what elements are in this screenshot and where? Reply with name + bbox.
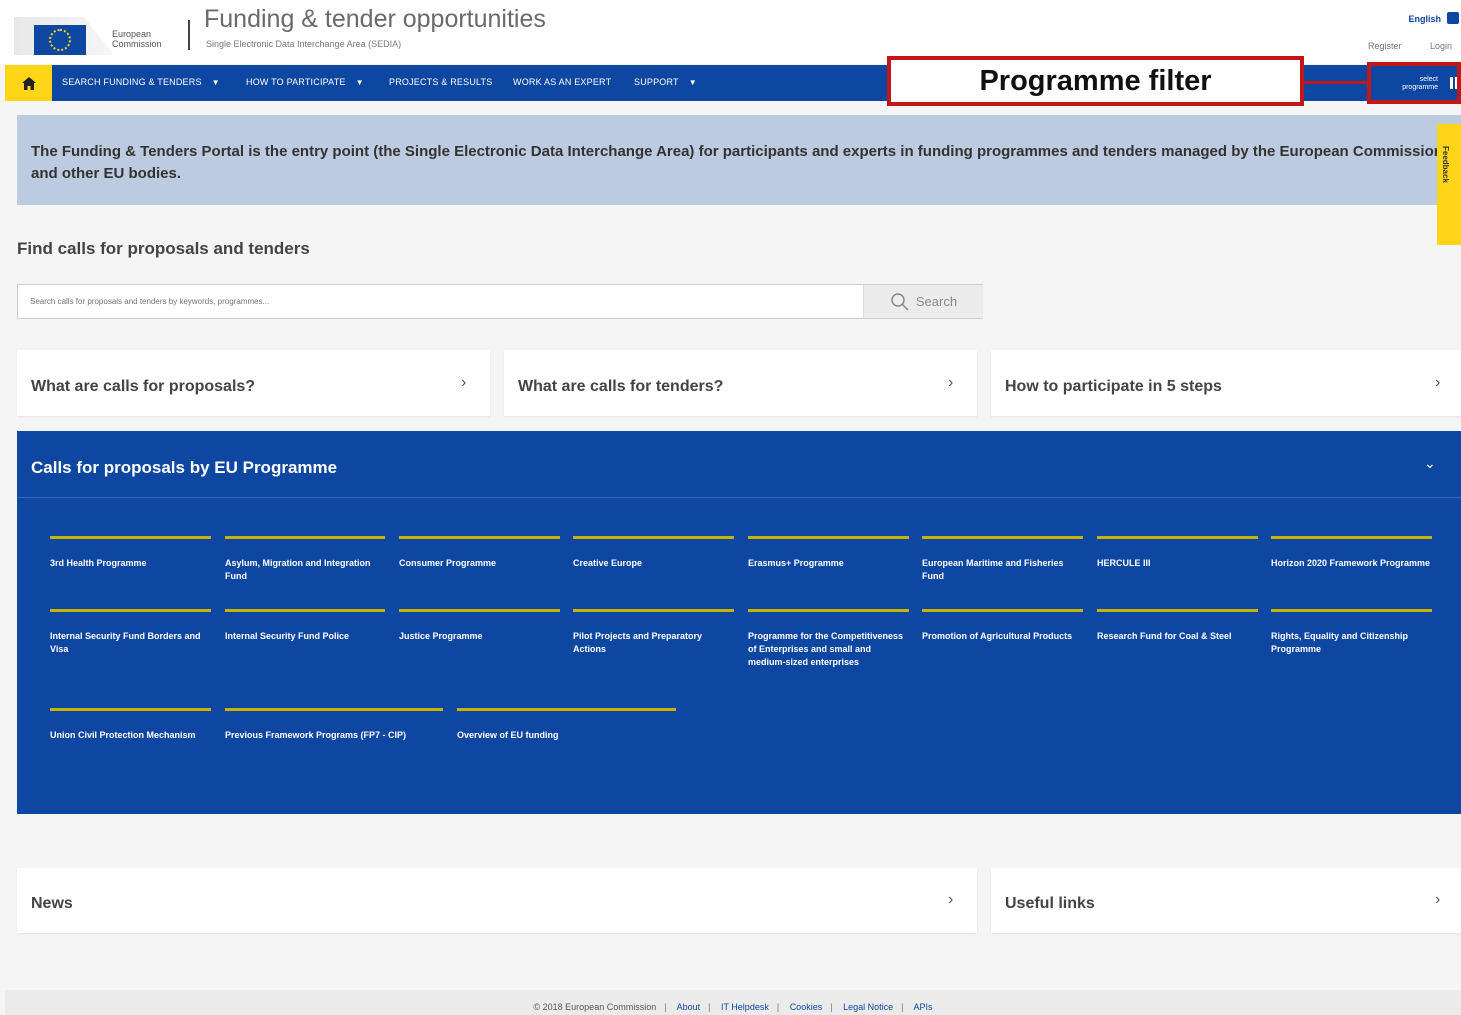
site-subtitle: Single Electronic Data Interchange Area … bbox=[206, 39, 402, 49]
nav-projects-results[interactable]: PROJECTS & RESULTS bbox=[389, 77, 492, 87]
chevron-down-icon[interactable]: ⌄ bbox=[1424, 455, 1436, 472]
register-link[interactable]: Register bbox=[1368, 41, 1402, 51]
programme-link[interactable]: Horizon 2020 Framework Programme bbox=[1271, 536, 1432, 570]
footer-link-cookies[interactable]: Cookies bbox=[790, 1002, 823, 1012]
find-calls-heading: Find calls for proposals and tenders bbox=[17, 239, 310, 258]
programmes-panel-title[interactable]: Calls for proposals by EU Programme bbox=[31, 458, 337, 478]
programme-filter-callout: Programme filter bbox=[887, 56, 1304, 106]
european-commission-logo[interactable]: European Commission bbox=[14, 7, 192, 55]
search-icon bbox=[891, 292, 909, 311]
programme-link[interactable]: Asylum, Migration and Integration Fund bbox=[225, 536, 385, 583]
chevron-down-icon: ▼ bbox=[355, 78, 364, 87]
chevron-right-icon: › bbox=[1435, 374, 1441, 391]
card-label: What are calls for proposals? bbox=[31, 378, 256, 395]
footer-link-apis[interactable]: APIs bbox=[913, 1002, 932, 1012]
programme-link[interactable]: HERCULE III bbox=[1097, 536, 1258, 570]
programme-link[interactable]: Internal Security Fund Borders and Visa bbox=[50, 609, 211, 656]
language-icon[interactable] bbox=[1447, 12, 1459, 24]
panel-divider bbox=[17, 497, 1461, 498]
programme-link[interactable]: Justice Programme bbox=[399, 609, 560, 643]
card-calls-for-proposals[interactable]: What are calls for proposals? › bbox=[17, 350, 490, 416]
card-calls-for-tenders[interactable]: What are calls for tenders? › bbox=[504, 350, 977, 416]
eu-flag-logo bbox=[14, 7, 114, 55]
programme-filter-highlight bbox=[1367, 62, 1461, 104]
programme-link[interactable]: Internal Security Fund Police bbox=[225, 609, 385, 643]
header-divider bbox=[188, 20, 190, 50]
nav-search-funding[interactable]: SEARCH FUNDING & TENDERS ▼ bbox=[62, 77, 220, 87]
card-how-to-participate[interactable]: How to participate in 5 steps › bbox=[991, 350, 1461, 416]
programme-link[interactable]: Pilot Projects and Preparatory Actions bbox=[573, 609, 734, 656]
nav-support[interactable]: SUPPORT ▼ bbox=[634, 77, 697, 87]
chevron-right-icon: › bbox=[948, 374, 954, 391]
programme-link[interactable]: European Maritime and Fisheries Fund bbox=[922, 536, 1083, 583]
programme-link[interactable]: Previous Framework Programs (FP7 - CIP) bbox=[225, 708, 443, 742]
programme-link[interactable]: Union Civil Protection Mechanism bbox=[50, 708, 211, 742]
org-name: European Commission bbox=[112, 29, 162, 49]
programme-link[interactable]: Rights, Equality and Citizenship Program… bbox=[1271, 609, 1432, 656]
programme-link[interactable]: 3rd Health Programme bbox=[50, 536, 211, 570]
card-label: How to participate in 5 steps bbox=[1005, 378, 1222, 395]
programme-link[interactable]: Consumer Programme bbox=[399, 536, 560, 570]
footer-copyright: © 2018 European Commission bbox=[533, 1002, 657, 1012]
home-button[interactable] bbox=[5, 65, 52, 101]
footer-link-legal[interactable]: Legal Notice bbox=[843, 1002, 893, 1012]
site-footer: © 2018 European Commission | About | IT He… bbox=[5, 990, 1461, 1015]
footer-link-helpdesk[interactable]: IT Helpdesk bbox=[721, 1002, 769, 1012]
chevron-down-icon: ▼ bbox=[211, 78, 220, 87]
chevron-right-icon: › bbox=[948, 891, 954, 908]
card-label: Useful links bbox=[1005, 895, 1095, 912]
chevron-right-icon: › bbox=[461, 374, 467, 391]
chevron-down-icon: ▼ bbox=[688, 78, 697, 87]
programme-link[interactable]: Programme for the Competitiveness of Ent… bbox=[748, 609, 909, 669]
card-news[interactable]: News › bbox=[17, 868, 977, 933]
intro-banner: The Funding & Tenders Portal is the entr… bbox=[17, 115, 1461, 205]
programme-link[interactable]: Creative Europe bbox=[573, 536, 734, 570]
search-input[interactable] bbox=[18, 285, 863, 318]
programme-link[interactable]: Erasmus+ Programme bbox=[748, 536, 909, 570]
login-link[interactable]: Login bbox=[1430, 41, 1452, 51]
callout-arrow bbox=[1304, 81, 1367, 84]
site-header: European Commission Funding & tender opp… bbox=[0, 0, 1461, 64]
feedback-tab[interactable]: Feedback bbox=[1437, 124, 1461, 245]
programme-link[interactable]: Promotion of Agricultural Products bbox=[922, 609, 1083, 643]
nav-how-to-participate[interactable]: HOW TO PARTICIPATE ▼ bbox=[246, 77, 364, 87]
card-label: What are calls for tenders? bbox=[518, 378, 724, 395]
search-bar: Search bbox=[17, 284, 983, 319]
chevron-right-icon: › bbox=[1435, 891, 1441, 908]
feedback-label: Feedback bbox=[1441, 146, 1450, 183]
home-icon bbox=[21, 76, 36, 90]
search-button-label: Search bbox=[915, 294, 958, 309]
language-selector[interactable]: English bbox=[1408, 14, 1441, 24]
programme-link[interactable]: Research Fund for Coal & Steel bbox=[1097, 609, 1258, 643]
site-title[interactable]: Funding & tender opportunities bbox=[204, 5, 546, 34]
card-useful-links[interactable]: Useful links › bbox=[991, 868, 1461, 933]
card-label: News bbox=[31, 895, 73, 912]
programmes-panel: Calls for proposals by EU Programme ⌄ 3r… bbox=[17, 431, 1461, 814]
footer-link-about[interactable]: About bbox=[677, 1002, 701, 1012]
programme-link[interactable]: Overview of EU funding bbox=[457, 708, 676, 742]
search-button[interactable]: Search bbox=[863, 285, 983, 318]
nav-work-as-expert[interactable]: WORK AS AN EXPERT bbox=[513, 77, 611, 87]
